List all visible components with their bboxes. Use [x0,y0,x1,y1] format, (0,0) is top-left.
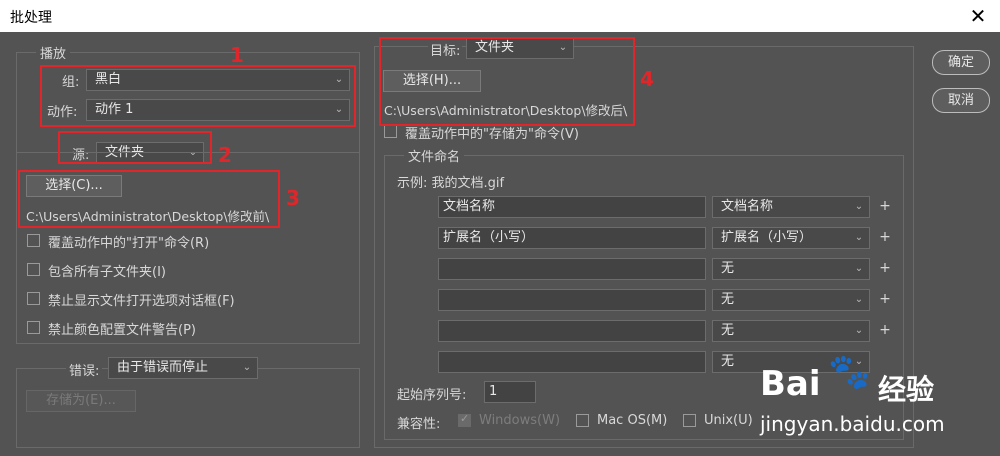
annotation-box-4 [379,37,635,126]
annotation-number-4: 4 [640,67,654,91]
title-bar: 批处理 ✕ [0,0,1000,32]
naming-text-6[interactable] [438,351,706,373]
watermark-url: jingyan.baidu.com [760,412,945,436]
add-icon[interactable]: + [879,291,891,307]
include-subfolders-checkbox[interactable] [27,263,40,276]
compat-windows-checkbox[interactable] [458,412,471,427]
override-open-label: 覆盖动作中的"打开"命令(R) [48,236,210,251]
include-subfolders-label: 包含所有子文件夹(I) [48,265,166,280]
naming-select-5-value: 无 [721,323,735,338]
suppress-color-warnings-checkbox[interactable] [27,321,40,334]
add-icon[interactable]: + [879,229,891,245]
paw-icon: 🐾 [828,352,871,392]
compat-mac-checkbox[interactable] [576,414,589,427]
compat-mac-label: Mac OS(M) [597,413,668,428]
annotation-number-3: 3 [286,186,300,210]
naming-text-4[interactable] [438,289,706,311]
naming-select-1[interactable]: 文档名称 ⌄ [712,196,870,218]
add-icon[interactable]: + [879,260,891,276]
watermark-brand2: 经验 [878,373,935,406]
file-naming-legend: 文件命名 [404,146,465,165]
naming-example: 示例: 我的文档.gif [397,176,505,191]
watermark-brand: Bai [760,364,821,404]
annotation-number-1: 1 [230,43,244,67]
naming-select-3-value: 无 [721,261,735,276]
errors-select[interactable]: 由于错误而停止 ⌄ [108,357,258,379]
annotation-number-2: 2 [218,143,232,167]
annotation-box-3 [18,170,280,228]
naming-text-3[interactable] [438,258,706,280]
naming-select-4[interactable]: 无 ⌄ [712,289,870,311]
add-icon[interactable]: + [879,198,891,214]
compat-unix-checkbox[interactable] [683,414,696,427]
cancel-button[interactable]: 取消 [932,88,990,113]
chevron-down-icon: ⌄ [854,294,864,305]
override-open-checkbox[interactable] [27,234,40,247]
compat-label: 兼容性: [397,417,441,432]
chevron-down-icon: ⌄ [854,263,864,274]
errors-label: 错误: [66,360,103,379]
play-legend: 播放 [36,43,71,62]
serial-label: 起始序列号: [397,388,467,403]
naming-text-1[interactable]: 文档名称 [438,196,706,218]
chevron-down-icon: ⌄ [854,232,864,243]
errors-select-value: 由于错误而停止 [117,360,209,375]
naming-text-2[interactable]: 扩展名（小写） [438,227,706,249]
serial-input[interactable]: 1 [484,381,536,403]
add-icon[interactable]: + [879,322,891,338]
naming-text-5[interactable] [438,320,706,342]
baidu-watermark: 🐾 Bai 经验 jingyan.baidu.com [742,352,992,452]
window-title: 批处理 [10,10,52,26]
naming-select-6-value: 无 [721,354,735,369]
suppress-open-options-label: 禁止显示文件打开选项对话框(F) [48,294,235,309]
annotation-box-1 [40,65,356,127]
save-as-button[interactable]: 存储为(E)... [26,390,136,412]
chevron-down-icon: ⌄ [854,325,864,336]
suppress-color-warnings-label: 禁止颜色配置文件警告(P) [48,323,196,338]
chevron-down-icon: ⌄ [854,201,864,212]
naming-select-2-value: 扩展名（小写） [721,230,813,245]
compat-windows-label: Windows(W) [479,413,561,428]
close-icon[interactable]: ✕ [966,4,990,28]
naming-select-4-value: 无 [721,292,735,307]
chevron-down-icon: ⌄ [242,362,252,373]
batch-dialog: 批处理 ✕ 播放 组: 黑白 ⌄ 动作: 动作 1 ⌄ 源: 文件夹 ⌄ 选择(… [0,0,1000,456]
naming-select-3[interactable]: 无 ⌄ [712,258,870,280]
naming-select-5[interactable]: 无 ⌄ [712,320,870,342]
naming-select-1-value: 文档名称 [721,199,774,214]
naming-select-2[interactable]: 扩展名（小写） ⌄ [712,227,870,249]
annotation-box-2 [58,131,212,164]
override-save-checkbox[interactable] [384,125,397,138]
suppress-open-options-checkbox[interactable] [27,292,40,305]
ok-button[interactable]: 确定 [932,50,990,75]
